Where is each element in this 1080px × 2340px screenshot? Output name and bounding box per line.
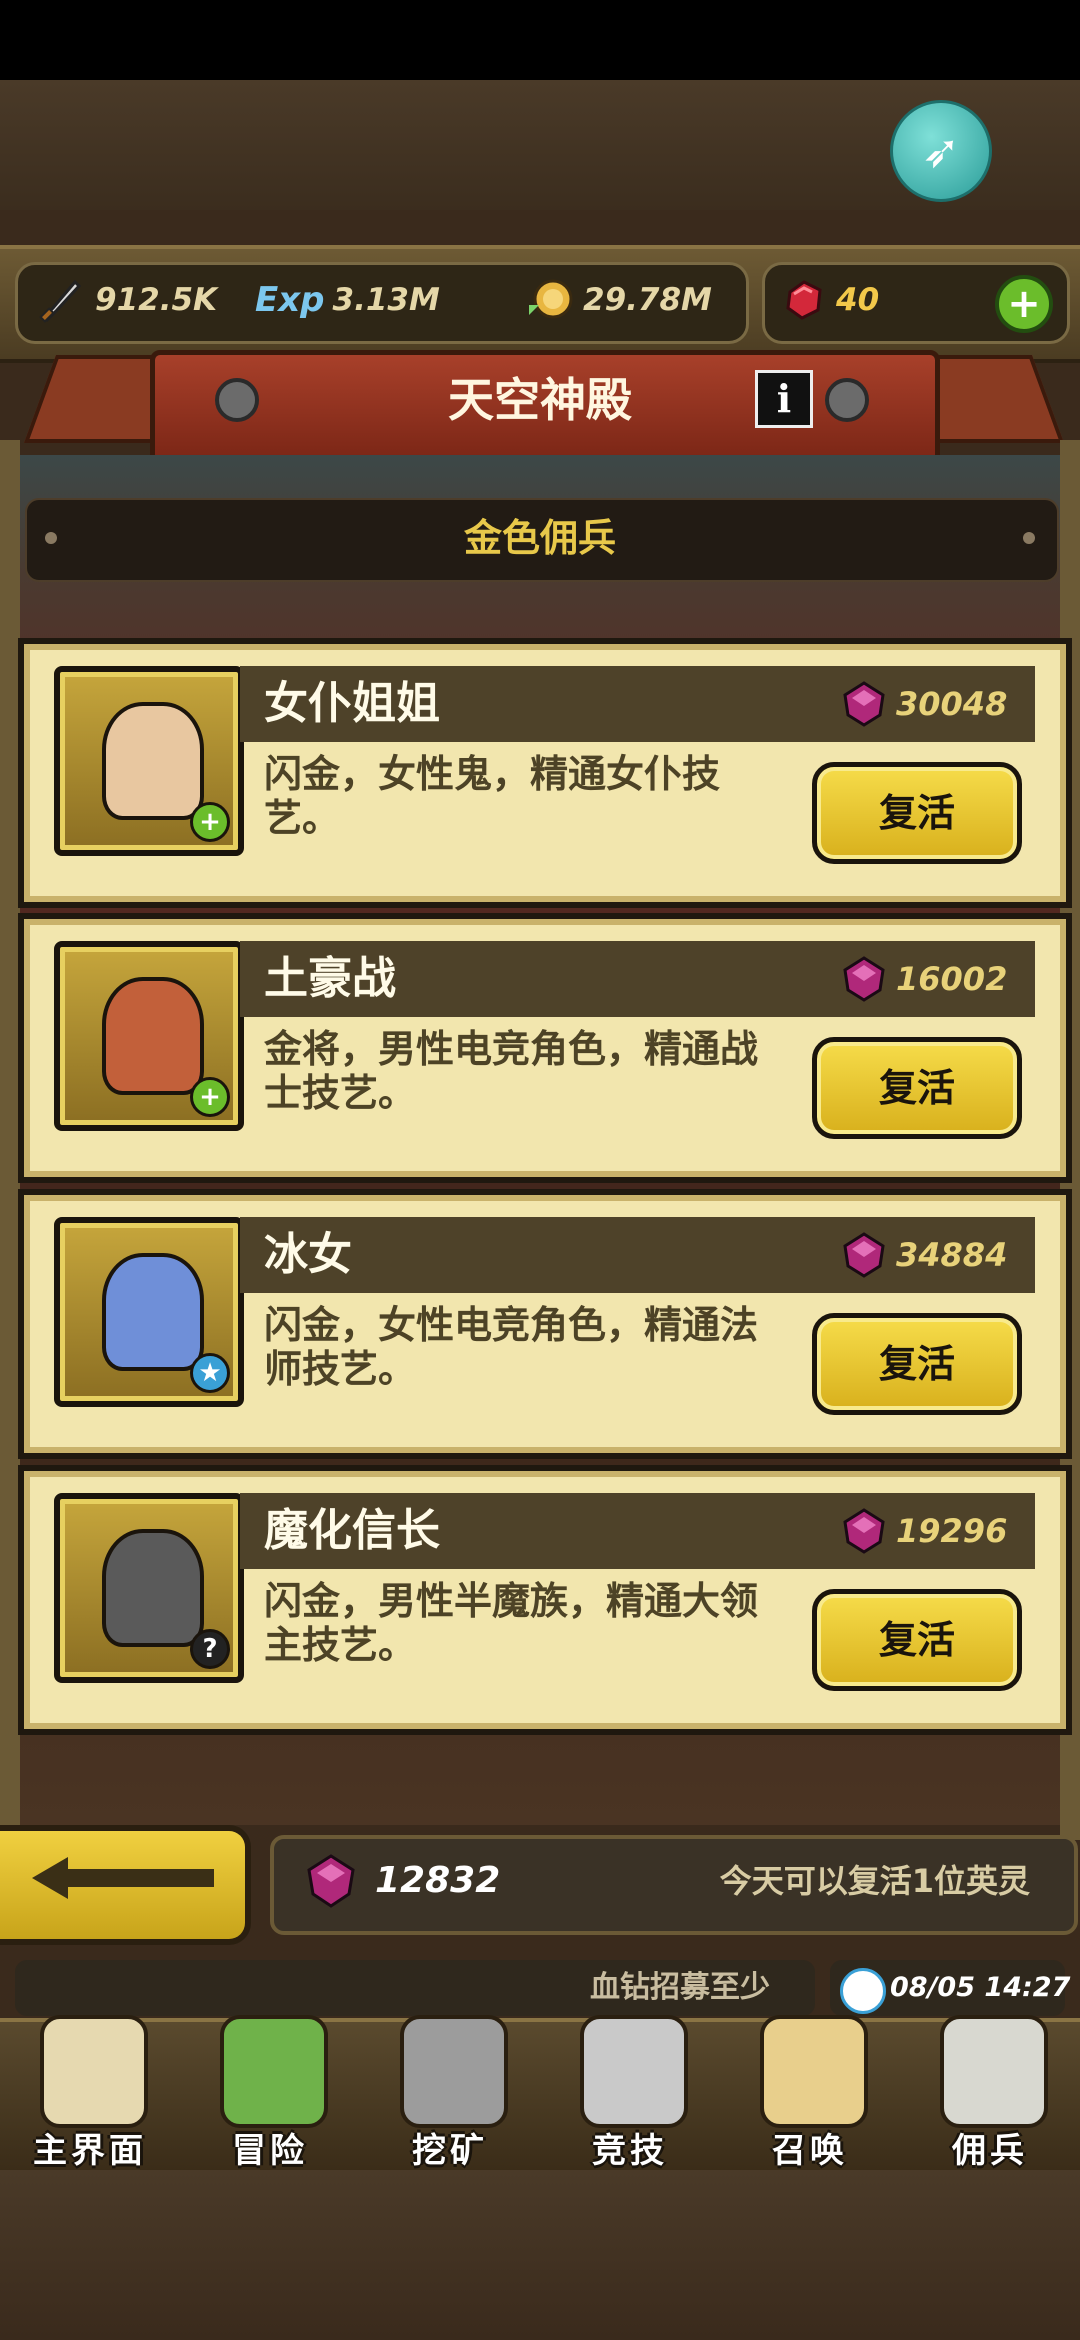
gold-value: 29.78M <box>583 282 712 318</box>
portrait-badge-icon: ★ <box>190 1353 230 1393</box>
ruby-value: 40 <box>836 282 880 318</box>
island-icon <box>220 2015 328 2128</box>
revive-button[interactable]: 复活 <box>812 1037 1022 1139</box>
gem-count: 12832 <box>375 1860 501 1901</box>
mercenary-card[interactable]: ★ 冰女 34884 闪金，女性电竞角色，精通法师技艺。 复活 <box>18 1189 1072 1459</box>
portrait-badge-icon: + <box>190 802 230 842</box>
mercenary-name: 冰女 <box>264 1229 352 1280</box>
nav-item[interactable]: 挖矿 <box>360 2005 540 2175</box>
bottom-background <box>0 2170 1080 2340</box>
pickaxe-icon <box>400 2015 508 2128</box>
add-ruby-button[interactable]: + <box>995 275 1053 333</box>
info-button[interactable]: i <box>755 370 813 428</box>
character-sprite-icon <box>102 702 204 820</box>
revive-price: 16002 <box>896 960 1008 998</box>
nav-label: 佣兵 <box>952 2131 1028 2171</box>
character-sprite-icon <box>102 977 204 1095</box>
mercenary-card[interactable]: + 女仆姐姐 30048 闪金，女性鬼，精通女仆技艺。 复活 <box>18 638 1072 908</box>
exp-icon: Exp <box>255 280 325 320</box>
mercenary-portrait[interactable]: ? <box>54 1493 244 1683</box>
nav-item[interactable]: 召唤 <box>720 2005 900 2175</box>
mercenary-description: 金将，男性电竞角色，精通战士技艺。 <box>264 1027 759 1115</box>
character-sprite-icon <box>102 1529 204 1647</box>
nav-item[interactable]: 佣兵 <box>900 2005 1080 2175</box>
ruby-resource: 40 <box>780 262 879 338</box>
section-title: 金色佣兵 <box>463 516 616 560</box>
revive-button[interactable]: 复活 <box>812 1589 1022 1691</box>
rocket-icon: ➶ <box>921 124 961 178</box>
revive-button[interactable]: 复活 <box>812 762 1022 864</box>
gem-icon <box>307 1854 355 1908</box>
nav-item[interactable]: 冒险 <box>180 2005 360 2175</box>
nav-label: 主界面 <box>33 2131 147 2171</box>
mercenary-description: 闪金，女性电竞角色，精通法师技艺。 <box>264 1303 759 1391</box>
ruby-icon <box>786 280 822 320</box>
nav-item[interactable]: 主界面 <box>0 2005 180 2175</box>
mercenary-description: 闪金，男性半魔族，精通大领主技艺。 <box>264 1579 759 1667</box>
frame-left <box>0 440 20 1840</box>
nav-label: 挖矿 <box>412 2131 488 2171</box>
map-scroll-icon <box>40 2015 148 2128</box>
character-sprite-icon <box>102 1253 204 1371</box>
nav-label: 召唤 <box>772 2131 848 2171</box>
crossed-swords-icon <box>580 2015 688 2128</box>
revive-info: 今天可以复活1位英灵 <box>719 1862 1030 1900</box>
rocket-button[interactable]: ➶ <box>890 100 992 202</box>
portrait-badge-icon: ? <box>190 1629 230 1669</box>
mercenary-card[interactable]: + 土豪战 16002 金将，男性电竞角色，精通战士技艺。 复活 <box>18 913 1072 1183</box>
tent-icon <box>940 2015 1048 2128</box>
revive-button[interactable]: 复活 <box>812 1313 1022 1415</box>
revive-price: 30048 <box>896 685 1008 723</box>
mercenary-portrait[interactable]: + <box>54 941 244 1131</box>
nav-label: 竞技 <box>592 2131 668 2171</box>
gold-coin-icon <box>529 279 573 319</box>
gem-icon <box>843 956 885 1002</box>
mercenary-portrait[interactable]: ★ <box>54 1217 244 1407</box>
exp-value: 3.13M <box>332 282 440 318</box>
attack-value: 912.5K <box>95 282 218 318</box>
status-bar <box>0 0 1080 80</box>
page-title: 天空神殿 <box>448 373 632 427</box>
mercenary-card[interactable]: ? 魔化信长 19296 闪金，男性半魔族，精通大领主技艺。 复活 <box>18 1465 1072 1735</box>
revive-price: 34884 <box>896 1236 1008 1274</box>
plus-icon: + <box>1007 281 1041 327</box>
back-arrow-icon <box>32 1857 214 1899</box>
mercenary-name: 女仆姐姐 <box>264 678 440 729</box>
gem-icon <box>843 681 885 727</box>
gem-icon <box>843 1232 885 1278</box>
mercenary-description: 闪金，女性鬼，精通女仆技艺。 <box>264 752 721 840</box>
sword-icon <box>39 279 82 323</box>
nav-label: 冒险 <box>232 2131 308 2171</box>
exp-resource: Exp 3.13M <box>255 262 440 338</box>
nav-item[interactable]: 竞技 <box>540 2005 720 2175</box>
attack-resource: 912.5K <box>35 262 217 338</box>
info-icon: i <box>776 376 792 421</box>
mercenary-name: 魔化信长 <box>264 1505 440 1556</box>
summon-scroll-icon <box>760 2015 868 2128</box>
portrait-badge-icon: + <box>190 1077 230 1117</box>
revive-price: 19296 <box>896 1512 1008 1550</box>
gem-icon <box>843 1508 885 1554</box>
mercenary-name: 土豪战 <box>264 953 396 1004</box>
mercenary-portrait[interactable]: + <box>54 666 244 856</box>
gold-resource: 29.78M <box>525 262 712 338</box>
